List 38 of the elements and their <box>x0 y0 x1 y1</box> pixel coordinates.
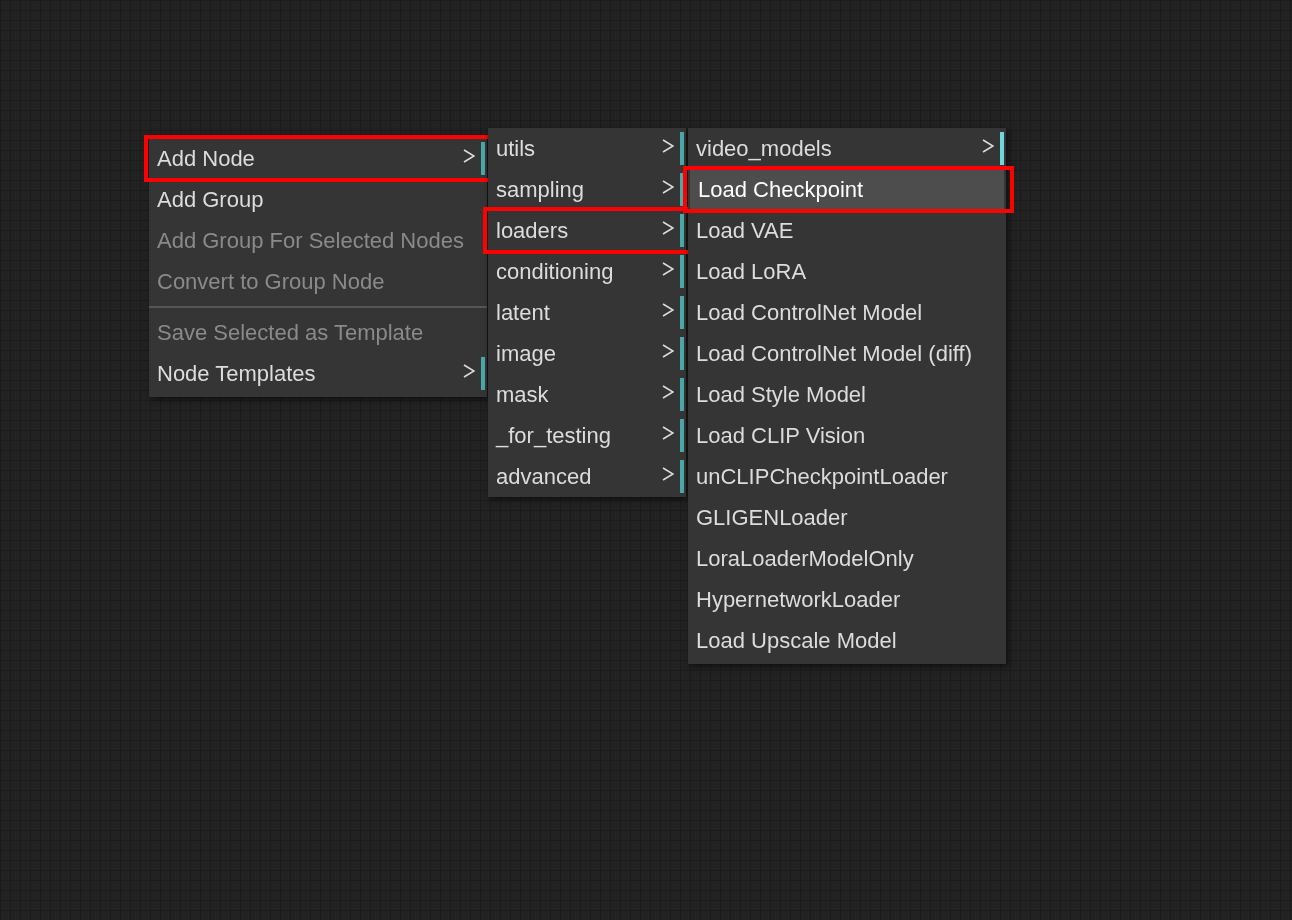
menu-item[interactable]: Load Checkpoint <box>690 169 1004 210</box>
submenu-indicator <box>680 419 684 452</box>
submenu-indicator <box>481 142 485 175</box>
menu-item[interactable]: Load Style Model <box>688 374 1006 415</box>
menu-item[interactable]: sampling <box>488 169 662 210</box>
menu-item[interactable]: unCLIPCheckpointLoader <box>688 456 1006 497</box>
menu-item[interactable]: Load Upscale Model <box>688 620 1006 661</box>
menu-item[interactable]: Node Templates <box>149 353 463 394</box>
submenu-indicator <box>680 255 684 288</box>
menu-item[interactable]: HypernetworkLoader <box>688 579 1006 620</box>
menu-item[interactable]: image <box>488 333 662 374</box>
submenu-indicator <box>680 337 684 370</box>
menu-item[interactable]: utils <box>488 128 662 169</box>
menu-item[interactable]: Load ControlNet Model (diff) <box>688 333 1006 374</box>
submenu-indicator <box>680 132 684 165</box>
menu-item[interactable]: advanced <box>488 456 662 497</box>
menu-item[interactable]: GLIGENLoader <box>688 497 1006 538</box>
submenu-indicator <box>680 296 684 329</box>
submenu-indicator <box>481 357 485 390</box>
submenu-indicator <box>680 214 684 247</box>
menu-item[interactable]: video_models <box>688 128 982 169</box>
submenu-indicator <box>680 460 684 493</box>
menu-item[interactable]: mask <box>488 374 662 415</box>
menu-item[interactable]: loaders <box>488 210 662 251</box>
menu-item[interactable]: Load LoRA <box>688 251 1006 292</box>
node-canvas[interactable] <box>0 0 1292 920</box>
menu-item[interactable]: Load ControlNet Model <box>688 292 1006 333</box>
submenu-indicator <box>1000 132 1004 165</box>
menu-item[interactable]: Add Node <box>149 138 463 179</box>
submenu-indicator <box>680 173 684 206</box>
menu-item[interactable]: _for_testing <box>488 415 662 456</box>
menu-item[interactable]: Load CLIP Vision <box>688 415 1006 456</box>
submenu-indicator <box>680 378 684 411</box>
menu-item[interactable]: Load VAE <box>688 210 1006 251</box>
menu-item[interactable]: conditioning <box>488 251 662 292</box>
menu-item[interactable]: latent <box>488 292 662 333</box>
menu-item[interactable]: LoraLoaderModelOnly <box>688 538 1006 579</box>
menu-item[interactable]: Add Group <box>149 179 487 220</box>
